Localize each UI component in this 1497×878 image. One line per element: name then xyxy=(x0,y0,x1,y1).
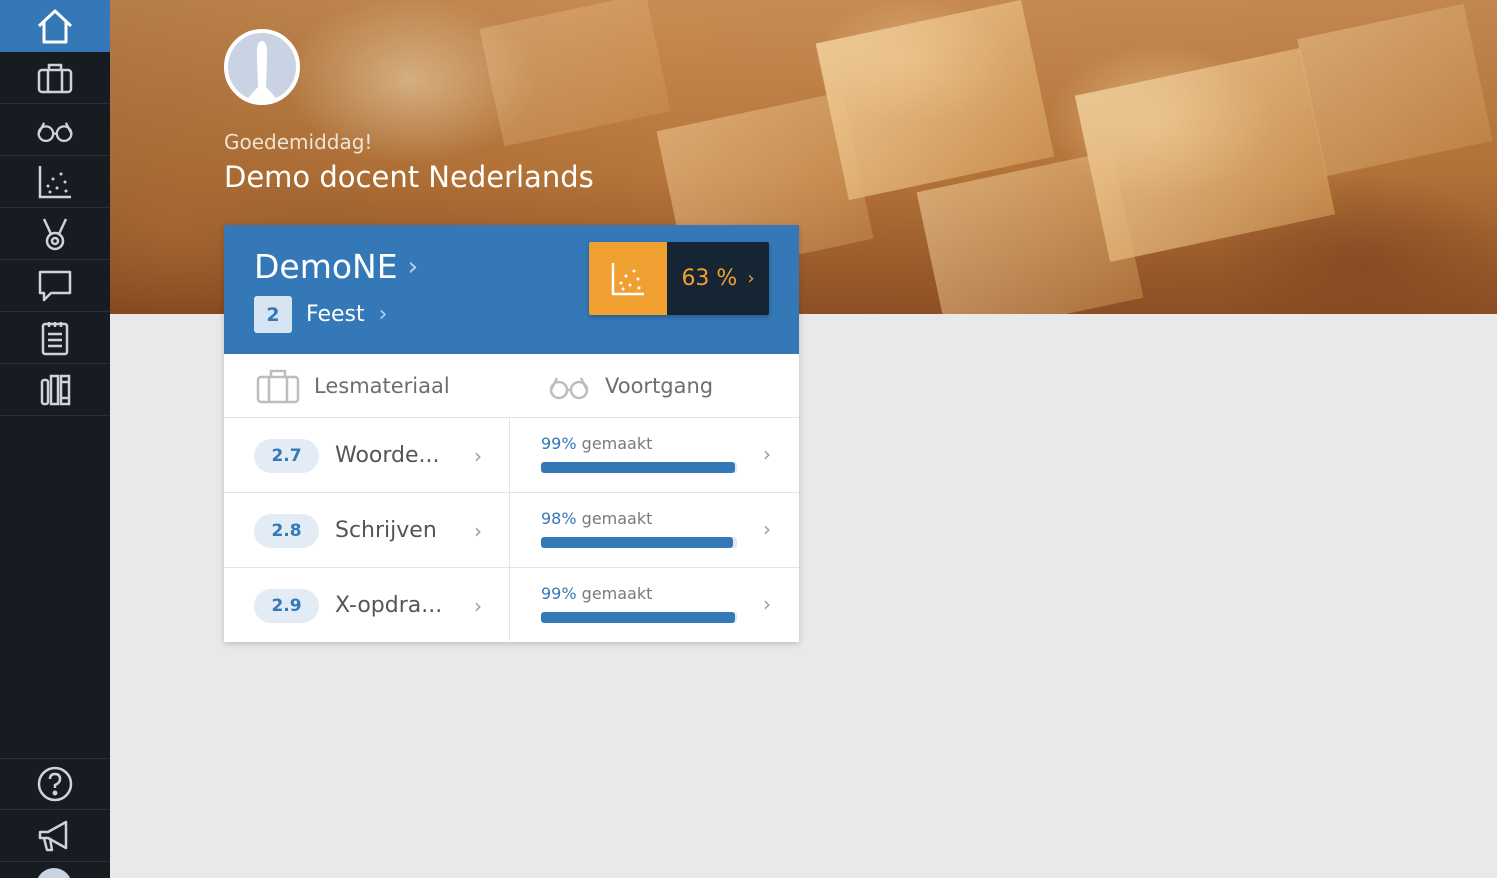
briefcase-icon xyxy=(37,63,73,93)
course-title: DemoNE xyxy=(254,247,398,286)
lesson-row: 2.9 X-opdra... › 99% gemaakt › xyxy=(224,568,799,643)
lesson-link[interactable]: 2.7 Woorde... › xyxy=(224,418,510,493)
score-value: 63 % xyxy=(681,266,738,291)
chevron-right-icon: › xyxy=(763,442,771,466)
progress-text: 98% gemaakt xyxy=(541,509,652,528)
teacher-name: Demo docent Nederlands xyxy=(224,160,594,194)
progress-bar-fill xyxy=(541,612,736,623)
chevron-right-icon: › xyxy=(474,518,482,543)
card-tabs: Lesmateriaal Voortgang xyxy=(224,354,799,418)
tab-voortgang[interactable]: Voortgang xyxy=(511,354,798,417)
sidebar-item-resultaten[interactable] xyxy=(0,156,110,208)
tab-label: Lesmateriaal xyxy=(314,373,450,398)
progress-bar xyxy=(541,537,737,548)
chevron-right-icon: › xyxy=(474,593,482,618)
progress-percent: 99% xyxy=(541,434,577,453)
sidebar-item-berichten[interactable] xyxy=(0,260,110,312)
teacher-avatar[interactable] xyxy=(224,29,300,105)
progress-text: 99% gemaakt xyxy=(541,584,652,603)
chevron-right-icon: › xyxy=(378,302,388,327)
lesson-title: Schrijven xyxy=(335,518,437,543)
progress-text: 99% gemaakt xyxy=(541,434,652,453)
chat-icon xyxy=(38,270,72,301)
help-icon xyxy=(37,766,73,802)
megaphone-icon xyxy=(38,820,68,851)
sidebar-item-lesmateriaal[interactable] xyxy=(0,52,110,104)
progress-suffix: gemaakt xyxy=(581,509,653,528)
progress-suffix: gemaakt xyxy=(581,434,653,453)
glasses-icon xyxy=(37,121,73,142)
chapter-link[interactable]: 2 Feest › xyxy=(254,296,387,333)
course-title-link[interactable]: DemoNE › xyxy=(254,247,418,286)
lesson-progress-link[interactable]: 99% gemaakt › xyxy=(511,418,799,493)
lesson-row: 2.8 Schrijven › 98% gemaakt › xyxy=(224,493,799,568)
chevron-right-icon: › xyxy=(763,517,771,541)
lesson-title: X-opdra... xyxy=(335,593,443,618)
sidebar-item-help[interactable] xyxy=(0,758,110,810)
course-card: DemoNE › 2 Feest › 63 % › Lesmateriaal V… xyxy=(224,225,799,643)
clipboard-icon xyxy=(41,321,69,355)
score-value-box: 63 % › xyxy=(667,242,769,315)
sidebar-item-nieuws[interactable] xyxy=(0,810,110,862)
progress-suffix: gemaakt xyxy=(581,584,653,603)
sidebar-item-prestaties[interactable] xyxy=(0,208,110,260)
chevron-right-icon: › xyxy=(474,443,482,468)
course-card-header: DemoNE › 2 Feest › 63 % › xyxy=(224,225,799,354)
lesson-number: 2.7 xyxy=(254,438,319,473)
chevron-right-icon: › xyxy=(763,592,771,616)
lesson-number: 2.9 xyxy=(254,588,319,623)
medal-icon xyxy=(42,217,68,250)
chapter-title: Feest xyxy=(306,302,365,327)
lesson-progress-link[interactable]: 98% gemaakt › xyxy=(511,493,799,568)
lesson-number: 2.8 xyxy=(254,513,319,548)
sidebar-item-home[interactable] xyxy=(0,0,110,52)
tab-lesmateriaal[interactable]: Lesmateriaal xyxy=(224,354,511,417)
user-avatar[interactable] xyxy=(36,868,72,878)
lesson-link[interactable]: 2.8 Schrijven › xyxy=(224,493,510,568)
scatter-chart-icon xyxy=(38,165,71,198)
sidebar xyxy=(0,0,110,878)
briefcase-icon xyxy=(256,369,300,403)
progress-bar xyxy=(541,462,737,473)
person-icon xyxy=(246,41,278,101)
sidebar-item-boeken[interactable] xyxy=(0,364,110,416)
progress-bar-fill xyxy=(541,537,734,548)
progress-bar-fill xyxy=(541,462,736,473)
chapter-number: 2 xyxy=(254,296,292,333)
lesson-progress-link[interactable]: 99% gemaakt › xyxy=(511,568,799,643)
glasses-icon xyxy=(549,376,589,399)
chevron-right-icon: › xyxy=(747,268,755,289)
progress-bar xyxy=(541,612,737,623)
lesson-row: 2.7 Woorde... › 99% gemaakt › xyxy=(224,418,799,493)
score-button[interactable]: 63 % › xyxy=(589,242,769,315)
chevron-right-icon: › xyxy=(407,251,418,282)
progress-percent: 98% xyxy=(541,509,577,528)
progress-percent: 99% xyxy=(541,584,577,603)
lesson-link[interactable]: 2.9 X-opdra... › xyxy=(224,568,510,643)
score-chart-icon xyxy=(589,242,667,315)
sidebar-item-voortgang[interactable] xyxy=(0,104,110,156)
books-icon xyxy=(40,374,71,405)
sidebar-item-toetsen[interactable] xyxy=(0,312,110,364)
greeting-text: Goedemiddag! xyxy=(224,130,373,154)
lesson-title: Woorde... xyxy=(335,443,440,468)
home-icon xyxy=(37,9,73,43)
tab-label: Voortgang xyxy=(605,373,714,398)
